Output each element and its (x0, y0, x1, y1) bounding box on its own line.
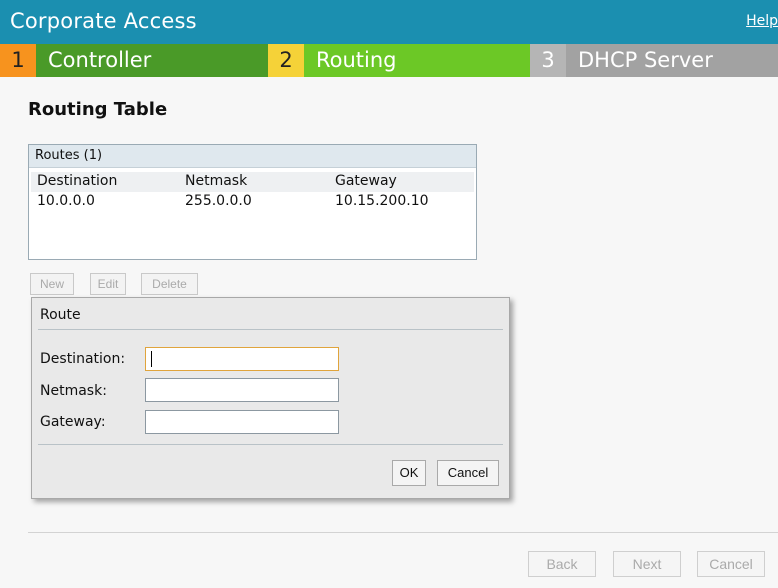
cell-gateway: 10.15.200.10 (335, 193, 429, 209)
back-button[interactable]: Back (528, 551, 596, 577)
netmask-label: Netmask: (40, 383, 107, 399)
netmask-input[interactable] (145, 378, 339, 402)
title-bar: Corporate Access Help (0, 0, 778, 44)
destination-label: Destination: (40, 351, 126, 367)
column-destination[interactable]: Destination (37, 173, 117, 189)
step-label: DHCP Server (566, 44, 778, 77)
next-button[interactable]: Next (613, 551, 681, 577)
delete-button[interactable]: Delete (141, 273, 198, 295)
section-title: Routing Table (28, 99, 168, 120)
gateway-input[interactable] (145, 410, 339, 434)
column-netmask[interactable]: Netmask (185, 173, 247, 189)
text-caret (151, 351, 152, 367)
routes-header: Routes (1) (29, 145, 476, 168)
table-row[interactable]: 10.0.0.0 255.0.0.0 10.15.200.10 (31, 192, 474, 210)
footer-divider (28, 532, 778, 533)
step-dhcp-server[interactable]: 3 DHCP Server (530, 44, 778, 77)
cell-netmask: 255.0.0.0 (185, 193, 252, 209)
edit-button[interactable]: Edit (90, 273, 126, 295)
table-header-row: Destination Netmask Gateway (31, 172, 474, 192)
route-dialog: Route Destination: Netmask: Gateway: OK … (31, 297, 510, 499)
column-gateway[interactable]: Gateway (335, 173, 397, 189)
step-number: 1 (0, 44, 36, 77)
step-routing[interactable]: 2 Routing (268, 44, 530, 77)
step-label: Controller (36, 44, 268, 77)
help-link[interactable]: Help (746, 13, 778, 29)
ok-button[interactable]: OK (392, 460, 426, 486)
step-number: 3 (530, 44, 566, 77)
step-controller[interactable]: 1 Controller (0, 44, 268, 77)
destination-input[interactable] (145, 347, 339, 371)
step-label: Routing (304, 44, 530, 77)
cancel-button[interactable]: Cancel (437, 460, 499, 486)
cell-destination: 10.0.0.0 (37, 193, 95, 209)
routes-table[interactable]: Routes (1) Destination Netmask Gateway 1… (28, 144, 477, 260)
wizard-steps: 1 Controller 2 Routing 3 DHCP Server (0, 44, 778, 77)
dialog-title: Route (40, 307, 81, 323)
divider (38, 444, 503, 445)
gateway-label: Gateway: (40, 414, 106, 430)
step-number: 2 (268, 44, 304, 77)
footer-cancel-button[interactable]: Cancel (697, 551, 765, 577)
new-button[interactable]: New (30, 273, 74, 295)
divider (38, 329, 503, 330)
window-title: Corporate Access (10, 9, 197, 33)
